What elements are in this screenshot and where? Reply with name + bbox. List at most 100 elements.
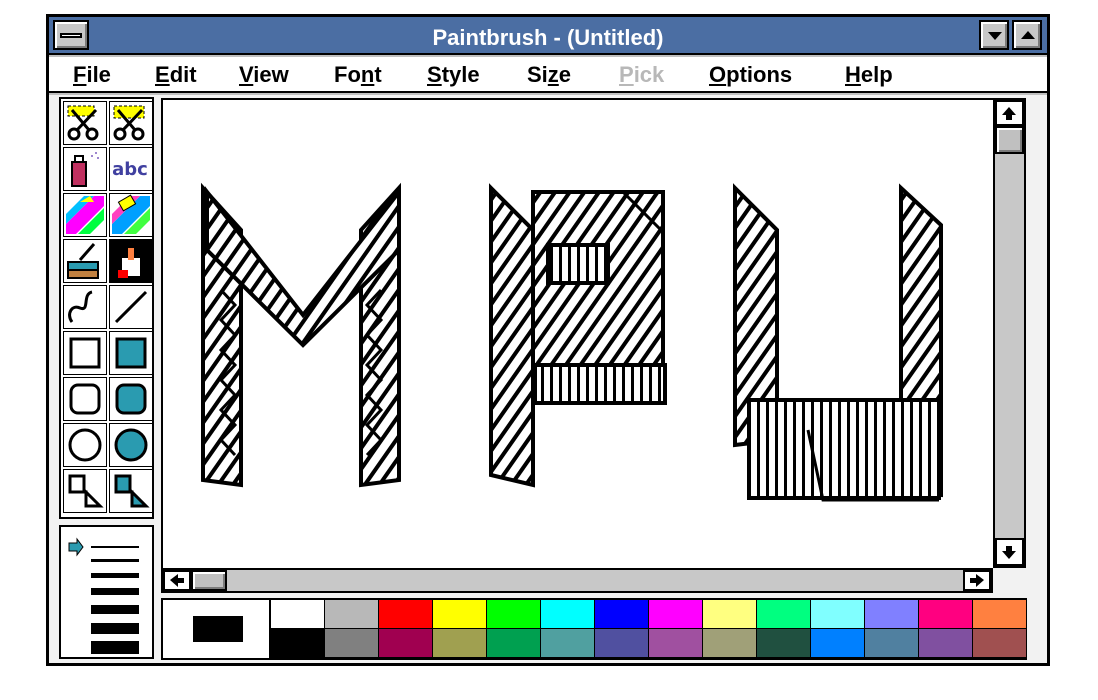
text-tool-icon: abc xyxy=(112,159,148,180)
tool-color-eraser[interactable] xyxy=(63,193,107,237)
left-arrow-icon xyxy=(170,574,184,587)
tool-filled-circle[interactable] xyxy=(109,423,153,467)
filled-rounded-box-icon xyxy=(115,383,147,415)
horizontal-scroll-thumb[interactable] xyxy=(191,570,227,591)
color-swatch[interactable] xyxy=(703,629,757,658)
color-swatch[interactable] xyxy=(541,629,595,658)
color-swatch[interactable] xyxy=(919,629,973,658)
tool-scissors-rect-pick[interactable] xyxy=(109,101,153,145)
line-width-2 xyxy=(91,559,139,562)
tool-paint-roller[interactable] xyxy=(63,239,107,283)
maximize-button[interactable] xyxy=(1012,20,1042,50)
tool-curve[interactable] xyxy=(63,285,107,329)
color-swatch[interactable] xyxy=(973,600,1027,629)
color-swatch[interactable] xyxy=(757,629,811,658)
filled-polygon-icon xyxy=(114,474,150,508)
color-swatch[interactable] xyxy=(433,629,487,658)
menu-label: Help xyxy=(845,62,893,87)
color-swatch[interactable] xyxy=(487,600,541,629)
tool-filled-polygon[interactable] xyxy=(109,469,153,513)
menu-label: File xyxy=(73,62,111,87)
tool-polygon[interactable] xyxy=(63,469,107,513)
color-swatch[interactable] xyxy=(649,600,703,629)
menu-style[interactable]: Style xyxy=(427,62,480,88)
paintbrush-window: Paintbrush - (Untitled) File Edit View Font… xyxy=(46,14,1050,666)
color-swatch[interactable] xyxy=(325,600,379,629)
menu-edit[interactable]: Edit xyxy=(155,62,197,88)
current-colors[interactable] xyxy=(163,600,271,658)
scroll-up-button[interactable] xyxy=(995,100,1024,126)
color-swatch[interactable] xyxy=(649,629,703,658)
circle-icon xyxy=(68,428,102,462)
tool-eraser[interactable] xyxy=(109,193,153,237)
color-swatch[interactable] xyxy=(487,629,541,658)
minimize-button[interactable] xyxy=(979,20,1009,50)
menu-help[interactable]: Help xyxy=(845,62,893,88)
brush-icon xyxy=(110,240,152,282)
vertical-scrollbar[interactable] xyxy=(993,98,1026,568)
color-swatch[interactable] xyxy=(541,600,595,629)
line-width-7 xyxy=(91,641,139,654)
color-swatch[interactable] xyxy=(595,629,649,658)
color-swatch[interactable] xyxy=(973,629,1027,658)
tool-airbrush[interactable] xyxy=(63,147,107,191)
color-swatch[interactable] xyxy=(595,600,649,629)
color-swatch[interactable] xyxy=(865,600,919,629)
filled-box-icon xyxy=(115,337,147,369)
color-swatch[interactable] xyxy=(703,600,757,629)
color-palette xyxy=(161,598,1027,660)
tool-line[interactable] xyxy=(109,285,153,329)
menu-label: View xyxy=(239,62,289,87)
menu-size[interactable]: Size xyxy=(527,62,571,88)
line-width-4 xyxy=(91,588,139,595)
drawing-canvas[interactable] xyxy=(161,98,993,568)
color-swatch[interactable] xyxy=(865,629,919,658)
scroll-left-button[interactable] xyxy=(163,570,191,591)
color-swatch[interactable] xyxy=(811,629,865,658)
menu-label: Style xyxy=(427,62,480,87)
tool-rounded-box[interactable] xyxy=(63,377,107,421)
svg-text:abc: abc xyxy=(112,159,148,180)
color-swatch[interactable] xyxy=(757,600,811,629)
menu-pick: Pick xyxy=(619,62,664,88)
menu-view[interactable]: View xyxy=(239,62,289,88)
tool-scissors-pick[interactable] xyxy=(63,101,107,145)
color-swatch[interactable] xyxy=(271,600,325,629)
color-swatch[interactable] xyxy=(379,600,433,629)
menu-options[interactable]: Options xyxy=(709,62,792,88)
line-width-6 xyxy=(91,623,139,634)
color-swatch[interactable] xyxy=(325,629,379,658)
tool-filled-box[interactable] xyxy=(109,331,153,375)
tool-circle[interactable] xyxy=(63,423,107,467)
tool-box[interactable] xyxy=(63,331,107,375)
tool-text-tool[interactable]: abc xyxy=(109,147,153,191)
scissors-rect-pick-icon xyxy=(113,105,145,141)
color-swatch[interactable] xyxy=(271,629,325,658)
menu-label: Size xyxy=(527,62,572,87)
curve-icon xyxy=(68,290,93,323)
menu-label: Pick xyxy=(619,62,665,87)
color-swatch[interactable] xyxy=(919,600,973,629)
color-swatch[interactable] xyxy=(811,600,865,629)
eraser-icon xyxy=(112,194,150,234)
foreground-color xyxy=(193,616,243,642)
selected-width-arrow-icon xyxy=(68,537,84,557)
scroll-right-button[interactable] xyxy=(963,570,991,591)
scroll-down-button[interactable] xyxy=(995,538,1024,566)
color-swatch[interactable] xyxy=(433,600,487,629)
scissors-pick-icon xyxy=(67,105,99,141)
horizontal-scrollbar[interactable] xyxy=(161,568,993,593)
line-width-5 xyxy=(91,605,139,614)
tool-filled-rounded-box[interactable] xyxy=(109,377,153,421)
polygon-icon xyxy=(68,474,104,508)
menu-file[interactable]: File xyxy=(73,62,111,88)
color-swatch[interactable] xyxy=(379,629,433,658)
right-arrow-icon xyxy=(970,574,984,587)
letter-p xyxy=(489,183,667,488)
title-bar[interactable]: Paintbrush - (Untitled) xyxy=(49,17,1047,55)
vertical-scroll-thumb[interactable] xyxy=(995,126,1024,154)
menu-font[interactable]: Font xyxy=(334,62,382,88)
menu-label: Font xyxy=(334,62,382,87)
tool-brush[interactable] xyxy=(109,239,153,283)
paint-roller-icon xyxy=(67,243,99,279)
